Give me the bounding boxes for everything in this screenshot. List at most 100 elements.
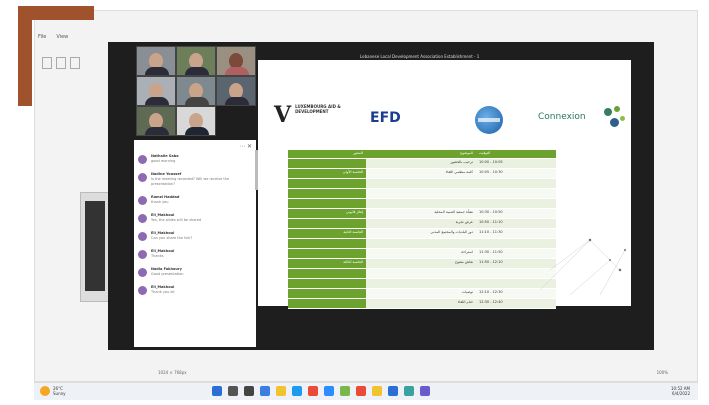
message-text: good morning xyxy=(151,159,176,163)
lux-logo: V LUXEMBOURG AID & DEVELOPMENT xyxy=(274,102,341,128)
app-icon[interactable] xyxy=(372,386,382,396)
agenda-row: ختام اللقاء 12:30 - 12:40 xyxy=(288,299,556,309)
agenda-row: عرض تجربة 10:50 - 11:10 xyxy=(288,219,556,229)
sun-icon xyxy=(40,386,50,396)
agenda-row: توصيات 12:10 - 12:30 xyxy=(288,289,556,299)
decorative-corner xyxy=(18,6,94,106)
agenda-row: الجلسة الأولى كلمة منظمي اللقاء 10:05 - 10… xyxy=(288,169,556,179)
avatar xyxy=(138,286,147,295)
participant-video[interactable] xyxy=(136,106,176,136)
agenda-cell-time xyxy=(476,179,556,188)
agenda-cell-item: ختام اللقاء xyxy=(366,299,476,308)
agenda-cell-time: 12:30 - 12:40 xyxy=(476,299,556,308)
app-icon[interactable] xyxy=(388,386,398,396)
agenda-cell-topic xyxy=(288,219,366,228)
participant-video[interactable] xyxy=(216,46,256,76)
agenda-header-row: المحور الموضوع التوقيت xyxy=(288,150,556,159)
taskbar: 26°C Sunny 10:52 AM 6/4/2022 xyxy=(34,382,698,400)
agenda-cell-topic xyxy=(288,289,366,298)
agenda-cell-topic xyxy=(288,279,366,288)
weather-desc: Sunny xyxy=(53,391,66,396)
agenda-cell-item: عرض تجربة xyxy=(366,219,476,228)
participant-video[interactable] xyxy=(176,106,216,136)
agenda-row xyxy=(288,199,556,209)
agenda-row xyxy=(288,269,556,279)
agenda-row xyxy=(288,279,556,289)
agenda-cell-topic: الجلسة الثالثة xyxy=(288,259,366,268)
agenda-cell-topic xyxy=(288,249,366,258)
agenda-cell-topic xyxy=(288,189,366,198)
agenda-header-cell: التوقيت xyxy=(476,150,556,158)
meeting-title: Lebanese Local Development Association E… xyxy=(360,54,480,59)
agenda-row: إطار قانوني نشأة جمعية التنمية المحلية 10:… xyxy=(288,209,556,219)
chat-message: Eli_Makhoul Thanks xyxy=(138,249,248,259)
file-explorer-icon[interactable] xyxy=(276,386,286,396)
weather-widget[interactable]: 26°C Sunny xyxy=(40,386,66,396)
system-clock[interactable]: 10:52 AM 6/4/2022 xyxy=(671,386,690,396)
agenda-cell-item xyxy=(366,189,476,198)
agenda-row: الجلسة الثالثة نقاش مفتوح 11:50 - 12:10 xyxy=(288,259,556,269)
agenda-row: ترحيب بالحضور 10:00 - 10:05 xyxy=(288,159,556,169)
agenda-cell-topic xyxy=(288,299,366,308)
chat-message: Nadine Youssef Is the meeting recorded? W… xyxy=(138,172,248,187)
participant-video[interactable] xyxy=(176,76,216,106)
chat-message: Eli_Makhoul Yes, the slides will be share… xyxy=(138,213,248,223)
search-icon[interactable] xyxy=(228,386,238,396)
edge-icon[interactable] xyxy=(292,386,302,396)
widgets-icon[interactable] xyxy=(260,386,270,396)
message-text: Is the meeting recorded? Will we receive… xyxy=(151,177,230,186)
agenda-cell-topic: الجلسة الثانية xyxy=(288,229,366,238)
thumbnail-strip xyxy=(80,192,110,302)
agenda-row xyxy=(288,179,556,189)
agenda-cell-topic: إطار قانوني xyxy=(288,209,366,218)
agenda-cell-time: 10:00 - 10:05 xyxy=(476,159,556,168)
app-icon[interactable] xyxy=(404,386,414,396)
chat-message-list: Nathalie Saba good morning Nadine Youssef… xyxy=(138,154,248,303)
message-text: thank you xyxy=(151,200,169,204)
agenda-row xyxy=(288,189,556,199)
participant-video[interactable] xyxy=(216,76,256,106)
agenda-row xyxy=(288,239,556,249)
taskbar-apps xyxy=(212,386,430,396)
agenda-cell-item: نقاش مفتوح xyxy=(366,259,476,268)
agenda-cell-topic xyxy=(288,239,366,248)
zoom-level[interactable]: 100% xyxy=(657,370,668,375)
chrome-icon[interactable] xyxy=(308,386,318,396)
agenda-cell-item: ترحيب بالحضور xyxy=(366,159,476,168)
status-dimensions: 1024 × 768px xyxy=(158,370,187,375)
agenda-cell-topic: الجلسة الأولى xyxy=(288,169,366,178)
task-view-icon[interactable] xyxy=(244,386,254,396)
message-text: Thank you all xyxy=(151,290,175,294)
message-text: Thanks xyxy=(151,254,164,258)
agenda-table: المحور الموضوع التوقيت ترحيب بالحضور 10:0… xyxy=(288,150,556,309)
agenda-cell-item: دور البلديات والمجتمع المدني xyxy=(366,229,476,238)
avatar xyxy=(138,268,147,277)
agenda-cell-item xyxy=(366,199,476,208)
participant-video[interactable] xyxy=(176,46,216,76)
agenda-header-cell: المحور xyxy=(288,150,366,158)
connexion-logo: Connexion xyxy=(538,112,586,122)
message-text: Can you share the link? xyxy=(151,236,193,240)
chat-message: Eli_Makhoul Thank you all xyxy=(138,285,248,295)
network-decoration xyxy=(539,238,627,296)
agenda-cell-item xyxy=(366,239,476,248)
participant-video[interactable] xyxy=(136,46,176,76)
chat-panel: ⋯ ✕ Nathalie Saba good morning Nadine You… xyxy=(134,140,256,347)
chat-options-icon[interactable]: ⋯ ✕ xyxy=(239,143,252,150)
app-icon[interactable] xyxy=(420,386,430,396)
avatar xyxy=(138,232,147,241)
agenda-cell-topic xyxy=(288,269,366,278)
participant-video[interactable] xyxy=(136,76,176,106)
app-icon[interactable] xyxy=(340,386,350,396)
efd-logo: EFD xyxy=(370,110,401,126)
agenda-cell-item: استراحة xyxy=(366,249,476,258)
clock-date: 6/4/2022 xyxy=(672,391,690,396)
start-icon[interactable] xyxy=(212,386,222,396)
chat-message: Nathalie Saba good morning xyxy=(138,154,248,164)
agenda-header-cell: الموضوع xyxy=(366,150,476,158)
avatar xyxy=(138,196,147,205)
avatar xyxy=(138,173,147,182)
zoom-app-icon[interactable] xyxy=(324,386,334,396)
agenda-row: استراحة 11:30 - 11:50 xyxy=(288,249,556,259)
app-icon[interactable] xyxy=(356,386,366,396)
